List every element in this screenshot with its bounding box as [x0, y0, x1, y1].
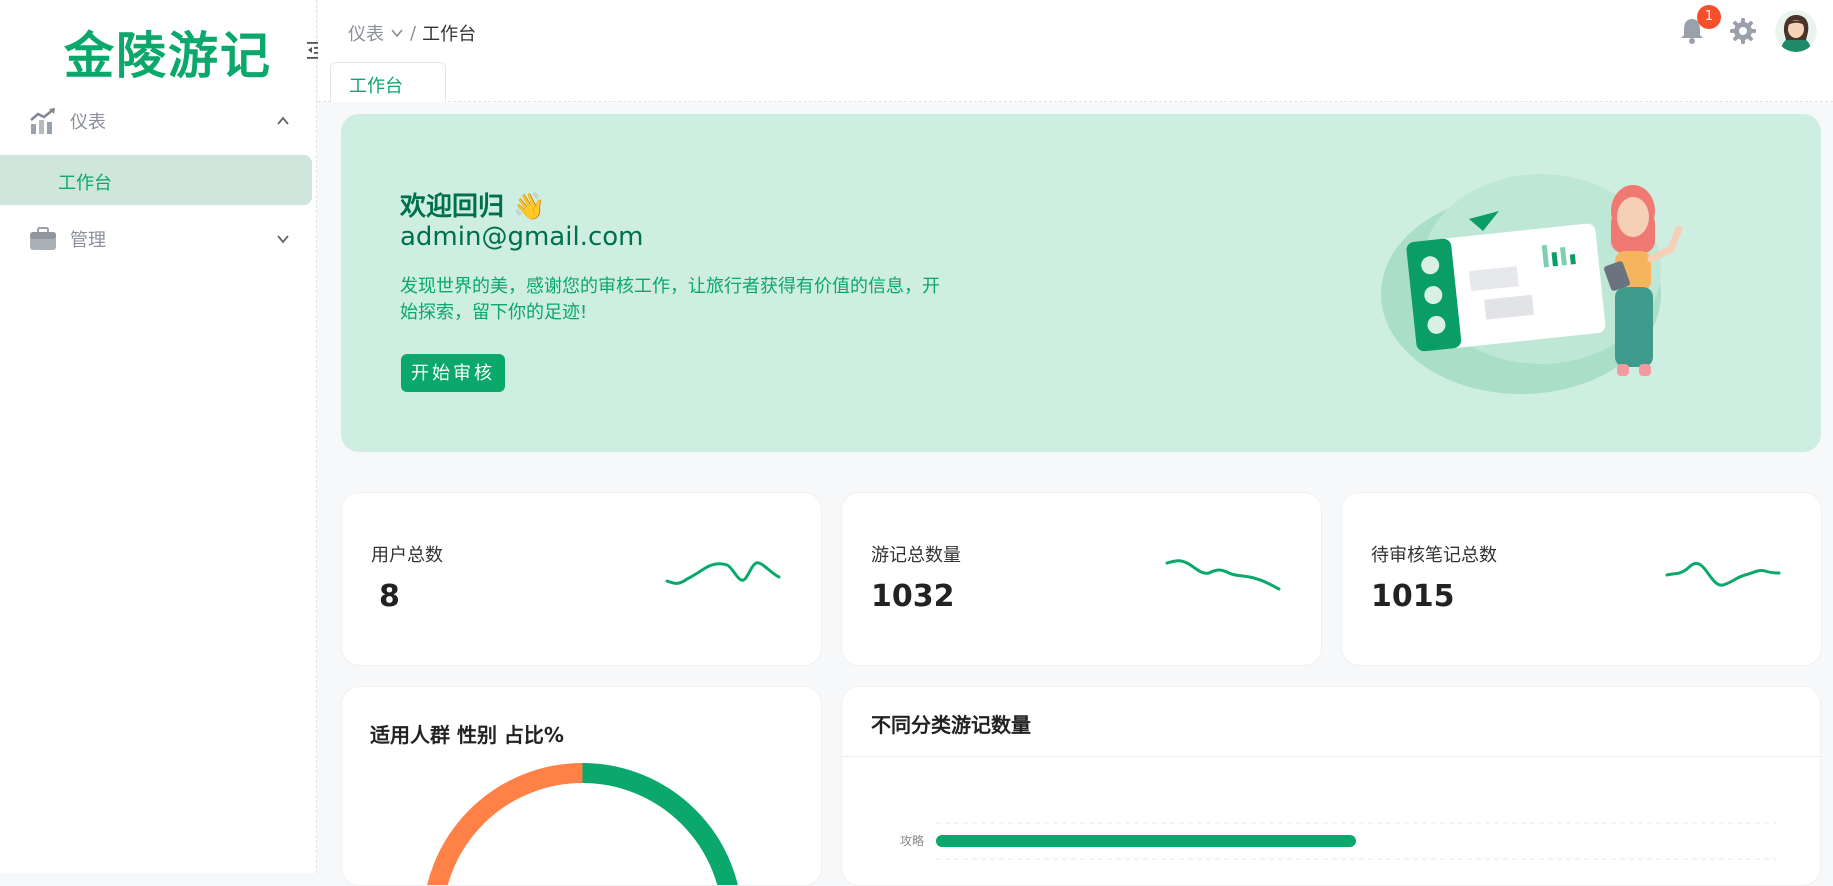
stat-value: 8: [379, 579, 400, 614]
header-actions: 1: [1663, 5, 1833, 58]
app-logo[interactable]: 金陵游记: [64, 16, 272, 88]
breadcrumb-separator: /: [410, 22, 417, 44]
bar-category-label: 攻略: [900, 833, 924, 848]
welcome-heading: 欢迎回归 👋: [400, 192, 546, 222]
donut-slice-male: [582, 763, 738, 885]
user-avatar[interactable]: [1775, 10, 1817, 52]
chevron-down-icon: [277, 235, 289, 244]
bar[interactable]: [936, 835, 1356, 847]
tab-workbench[interactable]: 工作台: [330, 62, 446, 102]
sidebar-item-label: 仪表: [70, 112, 106, 133]
gender-ratio-card: 适用人群 性别 占比%: [341, 686, 822, 886]
breadcrumb-parent[interactable]: 仪表: [348, 20, 384, 46]
stat-card-travelogues: 游记总数量 1032: [841, 492, 1322, 666]
breadcrumb-current: 工作台: [422, 24, 477, 45]
tab-label: 工作台: [349, 76, 403, 97]
stat-label: 用户总数: [371, 545, 443, 566]
briefcase-icon: [30, 227, 56, 250]
user-email: admin@gmail.com: [400, 222, 644, 252]
chevron-up-icon: [277, 116, 289, 125]
welcome-description: 发现世界的美，感谢您的审核工作，让旅行者获得有价值的信息，开始探索，留下你的足迹…: [400, 276, 940, 323]
sidebar-item-manage[interactable]: 管理: [0, 214, 317, 264]
start-review-button[interactable]: 开始审核: [401, 354, 505, 392]
sidebar-item-label: 管理: [70, 230, 106, 251]
stat-label: 游记总数量: [871, 545, 961, 566]
breadcrumb: 仪表 / 工作台: [348, 20, 476, 46]
chart-up-icon: [30, 108, 55, 134]
chevron-down-icon[interactable]: [390, 26, 404, 40]
donut-slice-female: [427, 763, 583, 885]
notification-badge: 1: [1697, 5, 1721, 29]
category-count-card: 不同分类游记数量 攻略: [841, 686, 1821, 886]
card-title: 不同分类游记数量: [871, 713, 1031, 737]
gender-donut-chart: [427, 763, 738, 885]
sidebar: 金陵游记 仪表 工作台 管理: [0, 0, 327, 873]
gear-icon[interactable]: [1729, 17, 1757, 45]
sidebar-item-label: 工作台: [58, 173, 112, 194]
welcome-illustration: [1381, 174, 1683, 394]
stat-card-users: 用户总数 8: [341, 492, 822, 666]
welcome-banner: 欢迎回归 👋 admin@gmail.com 发现世界的美，感谢您的审核工作，让…: [341, 114, 1821, 452]
sidebar-item-workbench[interactable]: 工作台: [0, 155, 312, 205]
sidebar-item-dashboard[interactable]: 仪表: [0, 96, 317, 146]
sparkline: [665, 561, 781, 585]
stat-label: 待审核笔记总数: [1371, 545, 1497, 566]
sparkline: [1665, 561, 1781, 587]
top-bar: 仪表 / 工作台 工作台 1: [318, 0, 1833, 102]
stat-value: 1015: [1371, 579, 1455, 614]
stat-value: 1032: [871, 579, 955, 614]
sparkline: [1165, 559, 1281, 591]
category-bar-chart: 攻略: [900, 822, 1776, 860]
stat-card-pending-notes: 待审核笔记总数 1015: [1341, 492, 1822, 666]
